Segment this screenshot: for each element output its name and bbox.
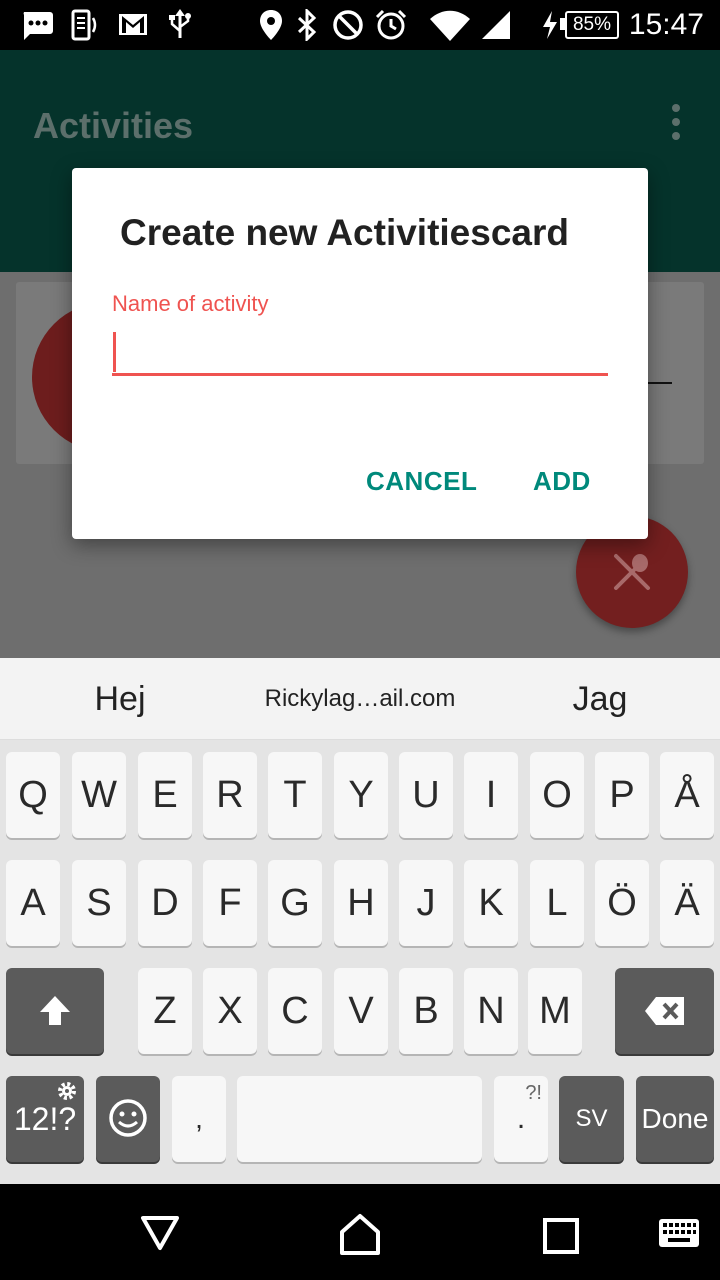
comma-key[interactable]: , (172, 1076, 226, 1162)
add-button[interactable]: ADD (533, 466, 591, 497)
suggestion-item[interactable]: Hej (20, 658, 220, 740)
suggestion-item[interactable]: Jag (500, 658, 700, 740)
create-activity-dialog: Create new Activitiescard Name of activi… (72, 168, 648, 539)
do-not-disturb-icon (333, 10, 363, 40)
charging-icon (543, 11, 557, 39)
emoji-icon (109, 1099, 147, 1137)
page-title: Activities (33, 105, 194, 146)
period-key[interactable]: . ?! (494, 1076, 548, 1162)
period-key-alt: ?! (525, 1082, 542, 1104)
key[interactable]: V (334, 968, 388, 1054)
language-key[interactable]: SV (559, 1076, 624, 1162)
spacebar[interactable] (237, 1076, 482, 1162)
battery-level: 85% (565, 11, 619, 39)
key[interactable]: M (528, 968, 582, 1054)
shift-key[interactable] (6, 968, 104, 1054)
gmail-icon (119, 14, 147, 35)
suggestion-item[interactable]: Rickylag…ail.com (240, 658, 480, 740)
key[interactable]: Ö (595, 860, 649, 946)
key[interactable]: D (138, 860, 192, 946)
key[interactable]: G (268, 860, 322, 946)
vibrate-icon (71, 9, 97, 41)
chat-icon (23, 12, 53, 40)
key[interactable]: Z (138, 968, 192, 1054)
restaurant-icon (614, 554, 650, 590)
on-screen-keyboard: Q W E R T Y U I O P Å A S D F G H J K L … (0, 740, 720, 1184)
signal-icon (482, 11, 510, 39)
backspace-key[interactable] (615, 968, 714, 1054)
key[interactable]: F (203, 860, 257, 946)
key[interactable]: L (530, 860, 584, 946)
key[interactable]: K (464, 860, 518, 946)
bluetooth-icon (297, 9, 317, 41)
back-icon[interactable] (140, 1212, 180, 1252)
key[interactable]: J (399, 860, 453, 946)
key[interactable]: E (138, 752, 192, 838)
symbols-key[interactable]: 12!? (6, 1076, 84, 1162)
key[interactable]: S (72, 860, 126, 946)
alarm-icon (375, 9, 407, 40)
recents-icon[interactable] (543, 1218, 579, 1254)
symbols-key-label: 12!? (13, 1101, 77, 1137)
usb-icon (169, 9, 191, 38)
activity-name-label: Name of activity (112, 291, 269, 316)
key[interactable]: W (72, 752, 126, 838)
key[interactable]: Q (6, 752, 60, 838)
key[interactable]: H (334, 860, 388, 946)
keyboard-icon[interactable] (658, 1218, 700, 1248)
emoji-key[interactable] (96, 1076, 160, 1162)
cancel-button[interactable]: CANCEL (366, 466, 477, 497)
key[interactable]: P (595, 752, 649, 838)
status-bar: 85% 15:47 (0, 0, 720, 50)
key[interactable]: Å (660, 752, 714, 838)
clock: 15:47 (628, 8, 704, 41)
key[interactable]: R (203, 752, 257, 838)
key[interactable]: Ä (660, 860, 714, 946)
key[interactable]: Y (334, 752, 388, 838)
key[interactable]: X (203, 968, 257, 1054)
key[interactable]: B (399, 968, 453, 1054)
backspace-icon (644, 997, 684, 1025)
wifi-icon (430, 10, 470, 41)
dialog-title: Create new Activitiescard (120, 212, 569, 253)
text-cursor (113, 332, 116, 372)
shift-icon (40, 996, 70, 1025)
system-nav-bar (0, 1184, 720, 1280)
key[interactable]: T (268, 752, 322, 838)
key[interactable]: I (464, 752, 518, 838)
location-icon (260, 10, 282, 40)
more-vert-icon[interactable] (664, 102, 688, 142)
home-icon[interactable] (338, 1212, 382, 1256)
key[interactable]: U (399, 752, 453, 838)
key[interactable]: N (464, 968, 518, 1054)
suggestion-strip: Hej Rickylag…ail.com Jag (0, 658, 720, 740)
key[interactable]: A (6, 860, 60, 946)
key[interactable]: C (268, 968, 322, 1054)
period-key-label: . (516, 1102, 526, 1135)
activity-name-input[interactable] (112, 328, 608, 376)
done-key[interactable]: Done (636, 1076, 714, 1162)
key[interactable]: O (530, 752, 584, 838)
settings-gear-icon (58, 1082, 76, 1100)
